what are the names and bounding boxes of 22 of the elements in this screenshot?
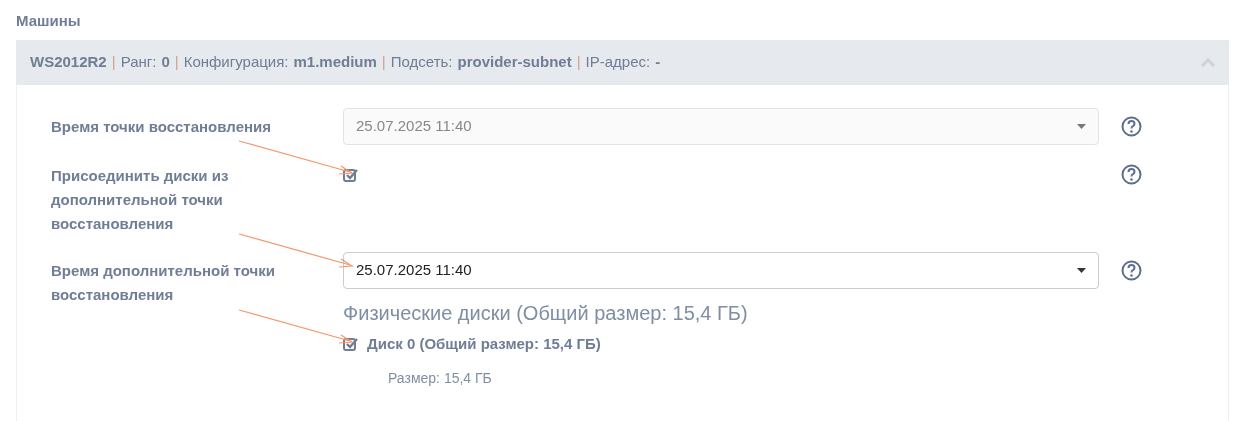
field-value: provider-subnet [457, 52, 572, 73]
field-value: - [655, 52, 661, 73]
disk-label: Диск 0 (Общий размер: 15,4 ГБ) [367, 334, 601, 354]
date-select[interactable]: 25.07.2025 11:40 [343, 252, 1099, 289]
machine-name: WS2012R2 [30, 52, 107, 73]
field-label: Подсеть: [390, 52, 453, 73]
section-title: Машины [15, 11, 82, 31]
field-label: Время дополнительной точки восстановления [51, 261, 276, 305]
disk-size: Размер: 15,4 ГБ [387, 368, 493, 388]
field-label: Присоединить диски из дополнительной точки восстановления [51, 166, 230, 234]
field-label: Конфигурация: [183, 52, 289, 73]
separator: | [174, 52, 179, 73]
field-label: Ранг: [120, 52, 157, 73]
separator: | [576, 52, 581, 73]
machine-panel-header[interactable]: WS2012R2 | Ранг: 0 | Конфигурация: m1.medium | Подсеть: provider-subnet | IP-адрес: - [16, 40, 1229, 85]
field-value: m1.medium [293, 52, 377, 73]
disks-heading: Физические диски (Общий размер: 15,4 ГБ) [343, 301, 749, 326]
field-value: 0 [161, 52, 170, 73]
separator: | [381, 52, 386, 73]
field-label: Время точки восстановления [51, 117, 272, 137]
separator: | [111, 52, 116, 73]
field-label: IP-адрес: [585, 52, 651, 73]
